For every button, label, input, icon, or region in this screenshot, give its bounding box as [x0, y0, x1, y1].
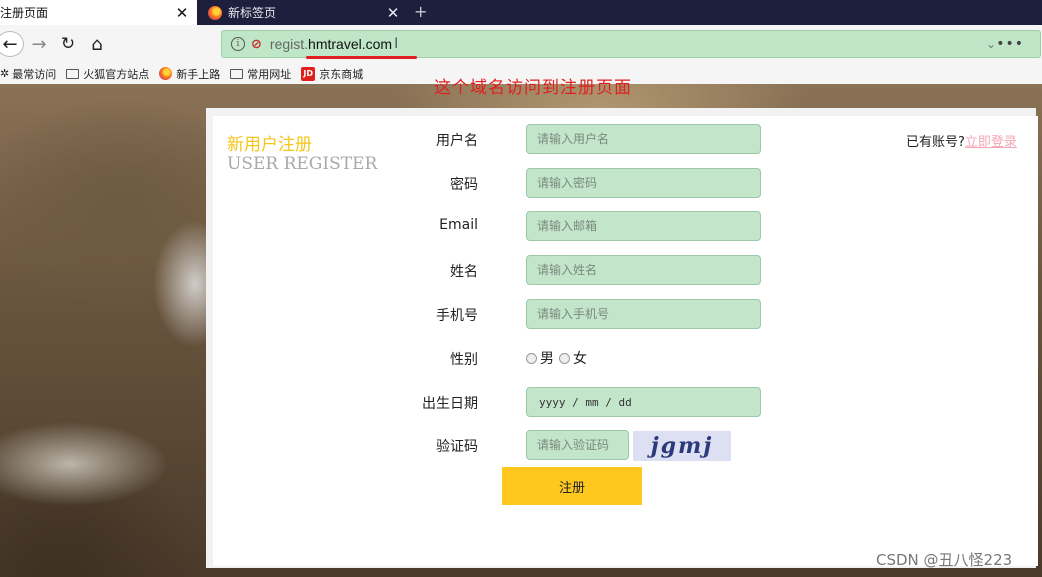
url-annotation-underline	[306, 56, 417, 59]
gender-female-label: 女	[573, 351, 587, 367]
home-button[interactable]: ⌂	[84, 31, 110, 57]
forward-button[interactable]: →	[26, 31, 52, 57]
tab-register-page[interactable]: 注册页面 ✕	[0, 0, 197, 25]
back-button[interactable]: ←	[0, 31, 24, 57]
username-input[interactable]	[526, 124, 761, 154]
folder-icon	[66, 68, 80, 79]
email-label: Email	[439, 217, 478, 233]
phone-input[interactable]	[526, 299, 761, 329]
gender-option-male[interactable]: 男	[526, 348, 554, 368]
phone-label: 手机号	[436, 308, 478, 324]
close-tab-icon[interactable]: ✕	[173, 4, 191, 22]
csdn-watermark: CSDN @丑八怪223	[876, 551, 1013, 569]
bookmark-jd-mall[interactable]: JD 京东商城	[301, 66, 363, 82]
password-label: 密码	[450, 177, 478, 193]
gender-label: 性别	[450, 352, 478, 368]
insecure-lock-icon[interactable]: ⊘	[251, 37, 262, 52]
email-input[interactable]	[526, 211, 761, 241]
captcha-input[interactable]	[526, 430, 629, 460]
url-dropdown-icon[interactable]: ⌄	[986, 37, 996, 51]
bookmark-label: 京东商城	[319, 67, 364, 81]
tab-strip: 注册页面 ✕ 新标签页 ✕ +	[0, 0, 1042, 25]
firefox-icon	[208, 5, 222, 20]
login-hint-text: 已有账号?	[906, 135, 965, 150]
radio-male[interactable]	[526, 352, 537, 364]
radio-female[interactable]	[559, 352, 570, 364]
tab-title: 注册页面	[0, 6, 49, 20]
url-prefix: regist.	[269, 36, 309, 52]
bookmark-label: 新手上路	[176, 67, 221, 81]
navigation-bar: ← → ↻ ⌂ i ⊘ regist.hmtravel.com I ⌄ •••	[0, 25, 1042, 63]
site-info-icon[interactable]: i	[231, 37, 245, 51]
gender-male-label: 男	[540, 351, 554, 367]
bookmark-label: 最常访问	[12, 67, 57, 81]
page-actions-icon[interactable]: •••	[996, 36, 1024, 52]
login-hint: 已有账号?立即登录	[906, 131, 1017, 150]
new-tab-button[interactable]: +	[414, 2, 427, 21]
url-bar[interactable]: i ⊘ regist.hmtravel.com I ⌄ •••	[221, 30, 1041, 58]
birthday-date-input[interactable]: yyyy / mm / dd	[526, 387, 761, 417]
bookmark-common-sites[interactable]: 常用网址	[230, 66, 291, 82]
gender-option-female[interactable]: 女	[559, 348, 587, 368]
close-tab-icon[interactable]: ✕	[384, 4, 402, 22]
bookmark-label: 常用网址	[247, 67, 292, 81]
birthday-label: 出生日期	[422, 396, 478, 412]
url-text[interactable]: regist.hmtravel.com	[270, 36, 392, 52]
tab-title: 新标签页	[228, 6, 277, 20]
red-annotation-text: 这个域名访问到注册页面	[434, 78, 632, 98]
password-input[interactable]	[526, 168, 761, 198]
firefox-icon	[159, 67, 173, 80]
tab-new-tab[interactable]: 新标签页 ✕	[198, 0, 408, 25]
jd-logo-icon: JD	[301, 66, 316, 81]
reload-button[interactable]: ↻	[55, 31, 81, 57]
name-input[interactable]	[526, 255, 761, 285]
gender-radio-group: 男 女	[526, 348, 592, 368]
folder-icon	[230, 68, 244, 79]
gear-icon: ✲	[0, 67, 10, 80]
bookmark-most-visited[interactable]: ✲ 最常访问	[0, 66, 56, 82]
bookmark-getting-started[interactable]: 新手上路	[159, 66, 220, 82]
register-title-cn: 新用户注册	[227, 135, 312, 155]
text-cursor-icon: I	[394, 36, 399, 52]
login-link[interactable]: 立即登录	[965, 135, 1017, 150]
name-label: 姓名	[450, 264, 478, 280]
register-title-en: USER REGISTER	[227, 154, 378, 174]
bookmark-firefox-official[interactable]: 火狐官方站点	[66, 66, 149, 82]
bookmark-label: 火狐官方站点	[83, 67, 150, 81]
register-button[interactable]: 注册	[502, 467, 642, 505]
captcha-image[interactable]: jgmj	[633, 431, 731, 461]
username-label: 用户名	[436, 133, 478, 149]
captcha-label: 验证码	[436, 439, 478, 455]
url-domain: hmtravel.com	[308, 36, 393, 52]
